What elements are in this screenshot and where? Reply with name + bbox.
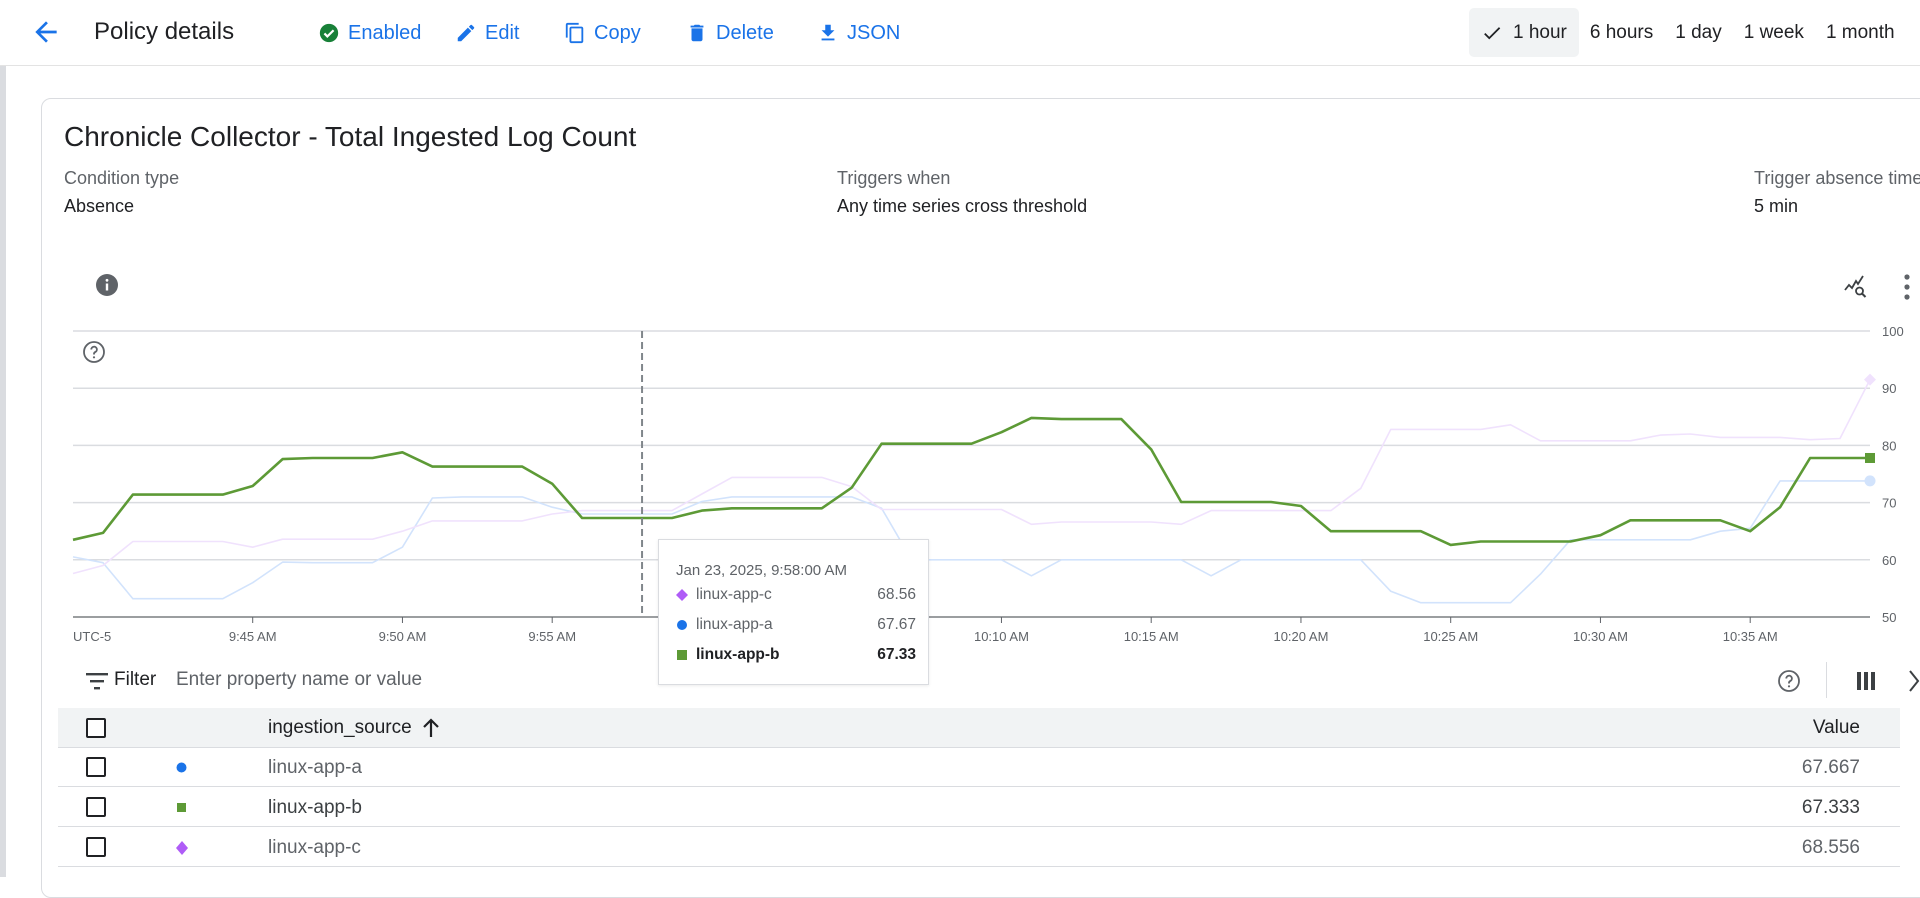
row-ingestion-source: linux-app-b — [268, 797, 362, 818]
tooltip-series-name: linux-app-c — [696, 586, 772, 603]
column-header-label: ingestion_source — [268, 717, 412, 738]
condition-title: Chronicle Collector - Total Ingested Log… — [64, 121, 637, 152]
table-help-button[interactable] — [1777, 669, 1801, 698]
tooltip-series-name: linux-app-a — [696, 616, 773, 633]
row-value: 68.556 — [1801, 837, 1860, 858]
row-ingestion-source: linux-app-a — [268, 757, 362, 778]
download-icon — [821, 24, 835, 41]
select-all-checkbox[interactable] — [86, 718, 106, 738]
copy-icon — [565, 22, 584, 44]
toolbar-divider — [1826, 662, 1827, 698]
row-checkbox[interactable] — [86, 757, 106, 777]
copy-button[interactable]: Copy — [564, 20, 641, 46]
chart-search-icon — [1844, 275, 1867, 298]
table-header: ingestion_source Value — [58, 708, 1900, 748]
help-icon — [83, 341, 105, 363]
time-range-1-month[interactable]: 1 month — [1815, 8, 1906, 57]
arrow-back-icon — [35, 21, 57, 43]
condition-type-value: Absence — [64, 196, 135, 216]
circle-marker-icon — [677, 620, 687, 630]
chart-help-button[interactable] — [82, 340, 106, 369]
triggers-when-value: Any time series cross threshold — [837, 196, 1088, 216]
delete-label: Delete — [716, 21, 774, 44]
time-range-1-hour[interactable]: 1 hour — [1469, 8, 1579, 57]
tooltip-timestamp: Jan 23, 2025, 9:58:00 AM — [676, 562, 847, 579]
tooltip-row: linux-app-c 68.56 — [676, 584, 916, 606]
tooltip-row: linux-app-a 67.67 — [676, 614, 916, 636]
diamond-marker-icon — [676, 589, 688, 601]
row-ingestion-source: linux-app-c — [268, 837, 361, 858]
arrow-up-icon — [422, 718, 439, 737]
row-value: 67.667 — [1801, 757, 1860, 778]
row-checkbox[interactable] — [86, 837, 106, 857]
column-settings-button[interactable] — [1856, 671, 1876, 696]
time-range-6-hours[interactable]: 6 hours — [1579, 8, 1664, 57]
filter-list-icon — [86, 673, 108, 690]
view-column-icon — [1857, 672, 1875, 690]
filter-bar: Filter — [58, 655, 1920, 707]
collapse-button[interactable] — [1908, 668, 1920, 699]
edit-button[interactable]: Edit — [455, 20, 519, 46]
json-label: JSON — [847, 21, 901, 44]
column-header-ingestion-source[interactable]: ingestion_source — [268, 717, 440, 739]
more-vert-icon — [1904, 274, 1910, 300]
checkmark-icon — [1484, 26, 1501, 39]
trash-icon — [690, 24, 704, 42]
info-icon — [96, 274, 118, 296]
more-options-button[interactable] — [1902, 272, 1912, 307]
download-json-button[interactable]: JSON — [817, 20, 900, 46]
row-value: 67.333 — [1801, 797, 1860, 818]
page-title: Policy details — [94, 18, 235, 45]
check-circle-icon — [319, 23, 339, 43]
tooltip-series-value: 68.56 — [877, 586, 916, 603]
pencil-icon — [457, 24, 475, 42]
triggers-when-label: Triggers when — [837, 168, 951, 188]
column-header-value[interactable]: Value — [1813, 717, 1860, 739]
trigger-absence-value: 5 min — [1754, 196, 1799, 216]
chart-tooltip: Jan 23, 2025, 9:58:00 AM linux-app-c 68.… — [658, 539, 929, 685]
table-row[interactable]: linux-app-c 68.556 — [58, 828, 1900, 867]
square-marker-icon — [677, 650, 687, 660]
time-range-label: 1 hour — [1513, 21, 1567, 43]
tooltip-series-value: 67.33 — [877, 646, 916, 663]
row-checkbox[interactable] — [86, 797, 106, 817]
trigger-absence-label: Trigger absence time — [1754, 168, 1920, 188]
time-range-1-day[interactable]: 1 day — [1664, 8, 1732, 57]
table-row[interactable]: linux-app-a 67.667 — [58, 748, 1900, 787]
delete-button[interactable]: Delete — [686, 20, 774, 46]
filter-label: Filter — [114, 669, 157, 690]
diamond-marker-icon — [176, 841, 188, 855]
table-row[interactable]: linux-app-b 67.333 — [58, 788, 1900, 827]
info-button[interactable] — [95, 273, 119, 302]
tooltip-series-value: 67.67 — [877, 616, 916, 633]
time-range-1-week[interactable]: 1 week — [1733, 8, 1815, 57]
time-range-selector: 1 hour 6 hours 1 day 1 week 1 month — [1469, 8, 1906, 57]
edit-label: Edit — [485, 21, 520, 44]
square-marker-icon — [177, 803, 186, 812]
explore-chart-button[interactable] — [1843, 274, 1869, 305]
tooltip-row: linux-app-b 67.33 — [676, 644, 916, 666]
condition-type-label: Condition type — [64, 168, 180, 188]
tooltip-series-name: linux-app-b — [696, 646, 780, 663]
top-bar: Policy details Enabled Edit Copy Delete … — [0, 0, 1920, 66]
back-button[interactable] — [30, 16, 62, 48]
circle-marker-icon — [176, 762, 187, 773]
left-panel-edge — [0, 66, 6, 877]
chevron-right-icon — [1909, 670, 1920, 692]
help-icon — [1778, 670, 1800, 692]
copy-label: Copy — [594, 21, 641, 44]
enabled-toggle-button[interactable]: Enabled — [318, 20, 421, 46]
enabled-label: Enabled — [348, 21, 422, 44]
